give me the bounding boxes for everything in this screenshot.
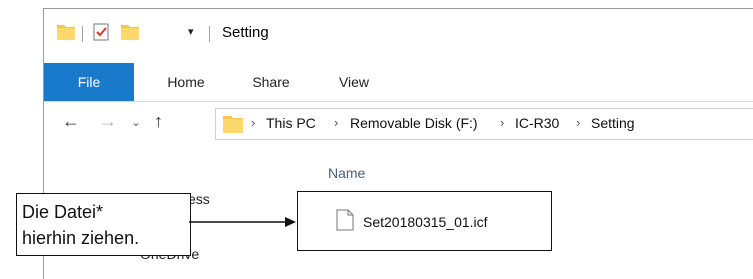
tab-home[interactable]: Home bbox=[156, 63, 216, 101]
customize-dropdown-icon[interactable]: ▾ bbox=[188, 25, 194, 38]
breadcrumb-chevron-icon[interactable]: › bbox=[576, 115, 580, 130]
forward-arrow-icon[interactable]: → bbox=[99, 111, 117, 132]
up-arrow-icon[interactable]: ↑ bbox=[154, 111, 163, 132]
toolbar-separator bbox=[82, 26, 83, 42]
callout-line-1: Die Datei* bbox=[22, 202, 104, 222]
navigation-bar: ← → ⌄ ↑ › This PC › Removable Disk (F:) … bbox=[44, 101, 753, 145]
window-title: Setting bbox=[222, 24, 269, 41]
instruction-callout: Die Datei* hierhin ziehen. bbox=[16, 193, 191, 256]
new-folder-icon[interactable] bbox=[120, 22, 140, 47]
breadcrumb-chevron-icon[interactable]: › bbox=[334, 115, 338, 130]
breadcrumb-ic-r30[interactable]: IC-R30 bbox=[515, 115, 559, 131]
breadcrumb-removable-disk[interactable]: Removable Disk (F:) bbox=[350, 115, 478, 131]
file-icon bbox=[336, 209, 354, 236]
properties-check-icon[interactable] bbox=[91, 22, 111, 47]
back-arrow-icon[interactable]: ← bbox=[62, 111, 80, 132]
file-name[interactable]: Set20180315_01.icf bbox=[363, 214, 488, 230]
file-drop-target: Set20180315_01.icf bbox=[297, 191, 552, 251]
tab-share[interactable]: Share bbox=[241, 63, 301, 101]
title-bar: ▾ Setting bbox=[44, 9, 753, 55]
recent-dropdown-icon[interactable]: ⌄ bbox=[131, 115, 141, 129]
tab-file[interactable]: File bbox=[44, 63, 134, 101]
breadcrumb-chevron-icon[interactable]: › bbox=[500, 115, 504, 130]
callout-line-2: hierhin ziehen. bbox=[22, 228, 140, 248]
toolbar-separator bbox=[209, 26, 210, 42]
column-header-name[interactable]: Name bbox=[328, 165, 365, 181]
drag-arrow bbox=[189, 217, 296, 227]
ribbon-tabs: File Home Share View bbox=[44, 63, 753, 102]
address-bar[interactable]: › This PC › Removable Disk (F:) › IC-R30… bbox=[215, 108, 753, 140]
breadcrumb-this-pc[interactable]: This PC bbox=[266, 115, 316, 131]
breadcrumb-chevron-icon[interactable]: › bbox=[251, 115, 255, 130]
tab-view[interactable]: View bbox=[329, 63, 379, 101]
folder-icon[interactable] bbox=[56, 22, 76, 47]
folder-icon bbox=[222, 113, 244, 140]
breadcrumb-setting[interactable]: Setting bbox=[591, 115, 635, 131]
